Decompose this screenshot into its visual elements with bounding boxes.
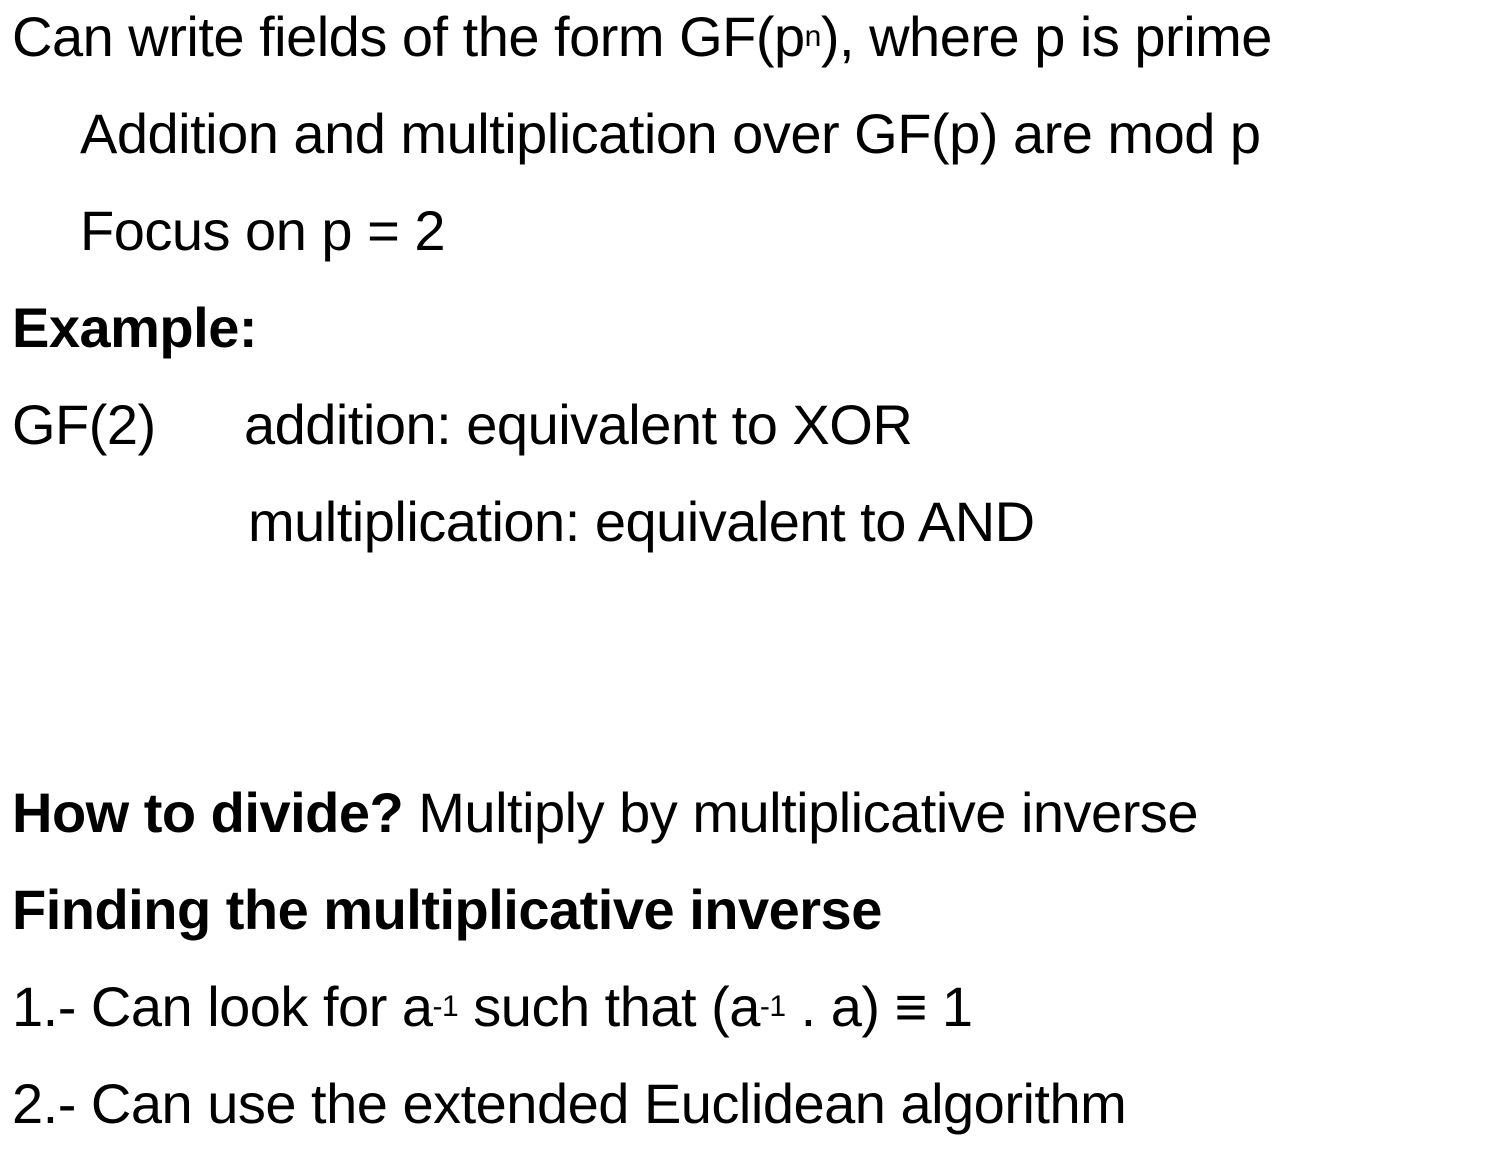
gf2-multiplication: multiplication: equivalent to AND: [248, 490, 1035, 553]
step-1-line: 1.- Can look for a-1 such that (a-1 . a)…: [12, 974, 973, 1040]
exponent-n: n: [804, 20, 822, 53]
step-1-text-mid: such that (a: [458, 975, 760, 1038]
gf2-label: GF(2): [12, 393, 156, 456]
divide-line: How to divide? Multiply by multiplicativ…: [12, 780, 1198, 846]
step-1-text: 1.- Can look for a: [12, 975, 433, 1038]
slide-content: Can write fields of the form GF(pn), whe…: [0, 0, 1500, 1152]
fields-form-line: Can write fields of the form GF(pn), whe…: [12, 4, 1272, 70]
inverse-exponent: -1: [759, 990, 786, 1023]
addition-multiplication-line: Addition and multiplication over GF(p) a…: [80, 102, 1261, 165]
gf2-addition: addition: equivalent to XOR: [244, 393, 913, 456]
step-2-line: 2.- Can use the extended Euclidean algor…: [12, 1072, 1127, 1135]
inverse-exponent: -1: [432, 990, 459, 1023]
fields-form-text-end: ), where p is prime: [820, 5, 1273, 68]
example-heading: Example:: [12, 296, 258, 359]
focus-line: Focus on p = 2: [80, 199, 446, 262]
step-1-text-end: . a) ≡ 1: [785, 975, 973, 1038]
fields-form-text: Can write fields of the form GF(p: [12, 5, 805, 68]
divide-question: How to divide?: [12, 781, 404, 844]
finding-heading: Finding the multiplicative inverse: [12, 878, 882, 941]
divide-answer: Multiply by multiplicative inverse: [403, 781, 1198, 844]
